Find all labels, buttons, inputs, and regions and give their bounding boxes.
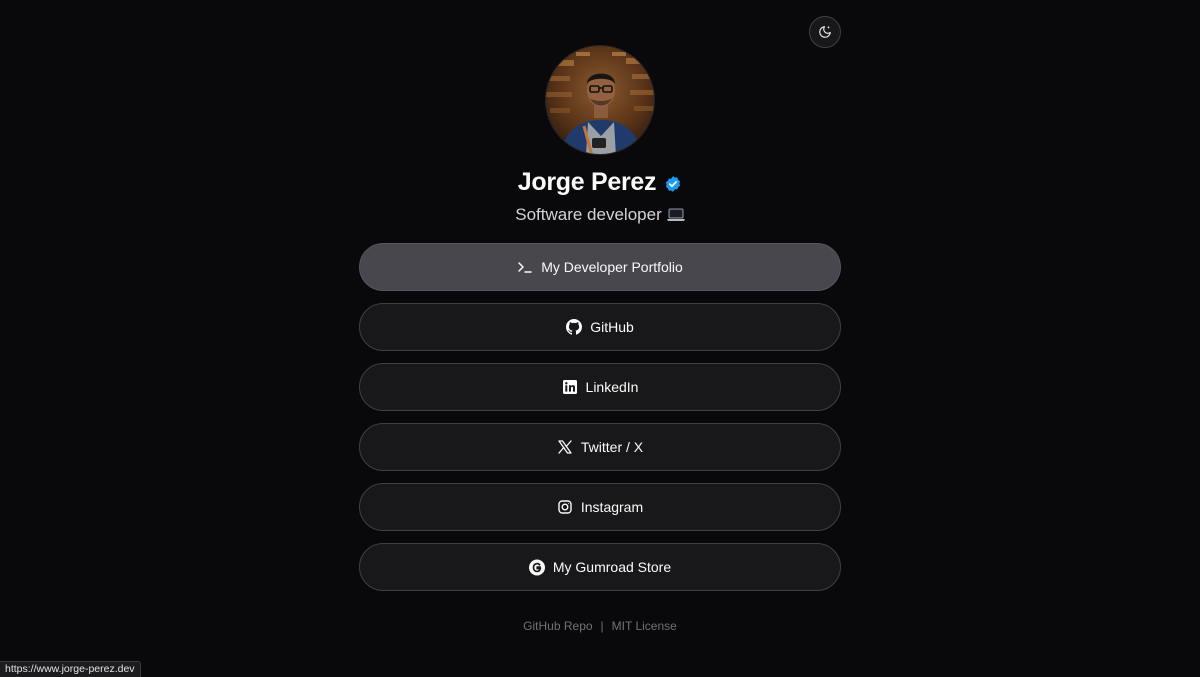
link-label: My Developer Portfolio [541, 259, 683, 275]
status-bar-url: https://www.jorge-perez.dev [0, 661, 141, 677]
link-instagram[interactable]: Instagram [359, 483, 841, 531]
linkedin-icon [562, 379, 578, 395]
instagram-icon [557, 499, 573, 515]
theme-toggle-button[interactable] [809, 16, 841, 48]
link-gumroad-store[interactable]: My Gumroad Store [359, 543, 841, 591]
link-label: Twitter / X [580, 439, 644, 455]
gumroad-icon [528, 559, 545, 575]
link-twitter-x[interactable]: Twitter / X [359, 423, 841, 471]
link-developer-portfolio[interactable]: My Developer Portfolio [359, 243, 841, 291]
profile-name: Jorge Perez [517, 168, 657, 196]
github-repo-link[interactable]: GitHub Repo [523, 619, 592, 633]
link-github[interactable]: GitHub [359, 303, 841, 351]
link-label: Instagram [580, 499, 644, 515]
laptop-icon [666, 208, 685, 221]
terminal-icon [517, 259, 533, 275]
link-label: LinkedIn [585, 379, 639, 395]
footer-separator: | [600, 619, 604, 633]
x-icon [557, 439, 573, 455]
link-list: My Developer Portfolio GitHub LinkedIn T… [359, 243, 841, 603]
link-label: My Gumroad Store [552, 559, 672, 575]
github-icon [566, 319, 583, 335]
link-linkedin[interactable]: LinkedIn [359, 363, 841, 411]
link-label: GitHub [590, 319, 634, 335]
moon-icon [819, 26, 831, 38]
bio-text: Software developer [515, 205, 662, 224]
avatar [545, 45, 655, 155]
verified-badge-icon [666, 175, 681, 192]
footer: GitHub Repo | MIT License [0, 619, 1200, 633]
link-in-bio-page: Jorge Perez Software developer My Develo… [0, 0, 1200, 677]
mit-license-link[interactable]: MIT License [612, 619, 677, 633]
profile-header: Jorge Perez [0, 168, 1200, 197]
profile-bio: Software developer [0, 205, 1200, 225]
